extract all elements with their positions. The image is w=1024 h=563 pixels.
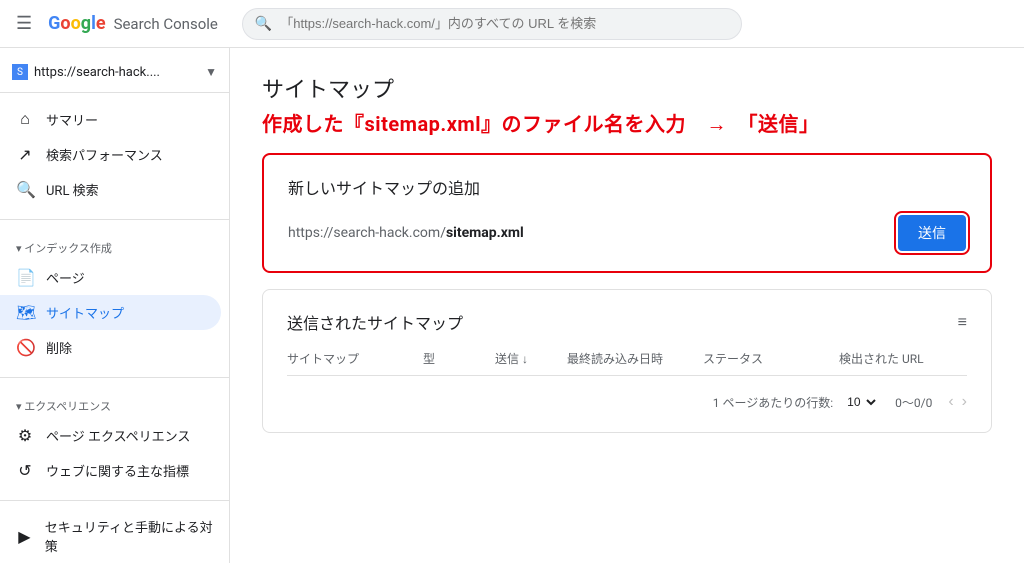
index-section: ▾ インデックス作成 📄 ページ 🗺 サイトマップ 🚫 削除	[0, 228, 229, 369]
sidebar-item-label: ページ	[46, 268, 85, 287]
submitted-sitemaps-card: 送信されたサイトマップ ≡ サイトマップ 型 送信 ↓ 最終読み込み日時 ステー…	[262, 289, 992, 433]
nav-divider-2	[0, 377, 229, 378]
expand-icon: ▶	[16, 527, 33, 546]
sidebar-item-search-performance[interactable]: ↗ 検索パフォーマンス	[0, 137, 229, 172]
search-bar[interactable]: 🔍	[242, 8, 742, 40]
page-exp-icon: ⚙	[16, 426, 34, 445]
sidebar-item-label: セキュリティと手動による対策	[45, 517, 213, 555]
sidebar-item-page-experience[interactable]: ⚙ ページ エクスペリエンス	[0, 418, 229, 453]
app-header: ☰ Google Search Console 🔍	[0, 0, 1024, 48]
filter-icon[interactable]: ≡	[958, 312, 967, 332]
submit-button[interactable]: 送信	[898, 215, 966, 251]
index-section-label: ▾ インデックス作成	[0, 232, 229, 260]
search-nav-icon: 🔍	[16, 180, 34, 199]
performance-icon: ↗	[16, 145, 34, 164]
favicon-letter: S	[17, 67, 23, 78]
sidebar-item-label: URL 検索	[46, 180, 99, 199]
nav-divider-1	[0, 219, 229, 220]
col-discovered-urls: 検出された URL	[839, 350, 967, 367]
property-dropdown-icon[interactable]: ▼	[205, 65, 217, 79]
property-favicon: S	[12, 64, 28, 80]
nav-divider-3	[0, 500, 229, 501]
content-area: サイトマップ 作成した『sitemap.xml』のファイル名を入力 → 「送信」…	[230, 48, 1024, 563]
sidebar-item-url-inspection[interactable]: 🔍 URL 検索	[0, 172, 229, 207]
sidebar-item-summary[interactable]: ⌂ サマリー	[0, 101, 229, 137]
base-url-text: https://search-hack.com/	[288, 225, 446, 241]
page-range: 0〜0/0	[895, 394, 932, 411]
sidebar-item-security[interactable]: ▶ セキュリティと手動による対策	[0, 509, 229, 563]
main-nav-section: ⌂ サマリー ↗ 検索パフォーマンス 🔍 URL 検索	[0, 97, 229, 211]
main-container: S https://search-hack.... ▼ ⌂ サマリー ↗ 検索パ…	[0, 48, 1024, 563]
sitemaps-icon: 🗺	[16, 303, 34, 322]
web-vitals-icon: ↺	[16, 461, 34, 480]
page-title: サイトマップ	[262, 72, 992, 104]
property-selector[interactable]: S https://search-hack.... ▼	[0, 56, 229, 93]
sidebar-item-sitemaps[interactable]: 🗺 サイトマップ	[0, 295, 221, 330]
table-footer: 1 ページあたりの行数: 10 25 50 0〜0/0 ‹ ›	[287, 392, 967, 412]
col-submit: 送信 ↓	[495, 350, 559, 367]
sidebar-item-label: サイトマップ	[46, 303, 124, 322]
sidebar: S https://search-hack.... ▼ ⌂ サマリー ↗ 検索パ…	[0, 48, 230, 563]
col-type: 型	[423, 350, 487, 367]
property-name: https://search-hack....	[34, 65, 199, 80]
annotation-text: 作成した『sitemap.xml』のファイル名を入力 → 「送信」	[262, 108, 992, 137]
search-icon: 🔍	[255, 16, 272, 32]
sidebar-item-label: ウェブに関する主な指標	[46, 461, 189, 480]
sidebar-item-pages[interactable]: 📄 ページ	[0, 260, 229, 295]
rows-per-page-label: 1 ページあたりの行数:	[713, 394, 833, 411]
sitemap-url-display[interactable]: https://search-hack.com/sitemap.xml	[288, 225, 882, 241]
sitemap-input-row: https://search-hack.com/sitemap.xml 送信	[288, 215, 966, 251]
col-last-read: 最終読み込み日時	[567, 350, 695, 367]
add-sitemap-card-title: 新しいサイトマップの追加	[288, 175, 966, 199]
submitted-card-header: 送信されたサイトマップ ≡	[287, 310, 967, 334]
pages-icon: 📄	[16, 268, 34, 287]
search-input[interactable]	[280, 16, 729, 31]
sidebar-item-label: 検索パフォーマンス	[46, 145, 163, 164]
experience-section: ▾ エクスペリエンス ⚙ ページ エクスペリエンス ↺ ウェブに関する主な指標	[0, 386, 229, 492]
table-header: サイトマップ 型 送信 ↓ 最終読み込み日時 ステータス 検出された URL	[287, 350, 967, 376]
sidebar-item-removals[interactable]: 🚫 削除	[0, 330, 229, 365]
sidebar-item-web-vitals[interactable]: ↺ ウェブに関する主な指標	[0, 453, 229, 488]
menu-icon[interactable]: ☰	[8, 5, 40, 42]
experience-section-label: ▾ エクスペリエンス	[0, 390, 229, 418]
add-sitemap-card: 新しいサイトマップの追加 https://search-hack.com/sit…	[262, 153, 992, 273]
col-status: ステータス	[703, 350, 831, 367]
next-page-button[interactable]: ›	[962, 393, 967, 411]
submitted-card-title: 送信されたサイトマップ	[287, 310, 463, 334]
expand-icon: ▾	[16, 400, 22, 413]
removals-icon: 🚫	[16, 338, 34, 357]
sidebar-item-label: 削除	[46, 338, 72, 357]
filename-text: sitemap.xml	[446, 225, 524, 241]
sidebar-item-label: ページ エクスペリエンス	[46, 426, 190, 445]
col-sitemap: サイトマップ	[287, 350, 415, 367]
google-g-letter: Google	[48, 13, 105, 34]
rows-per-page-select[interactable]: 10 25 50	[841, 392, 879, 412]
home-icon: ⌂	[16, 109, 34, 129]
prev-page-button[interactable]: ‹	[948, 393, 953, 411]
google-logo: Google	[48, 13, 105, 34]
app-title: Search Console	[114, 15, 218, 33]
sidebar-item-label: サマリー	[46, 110, 98, 129]
expand-icon: ▾	[16, 242, 22, 255]
